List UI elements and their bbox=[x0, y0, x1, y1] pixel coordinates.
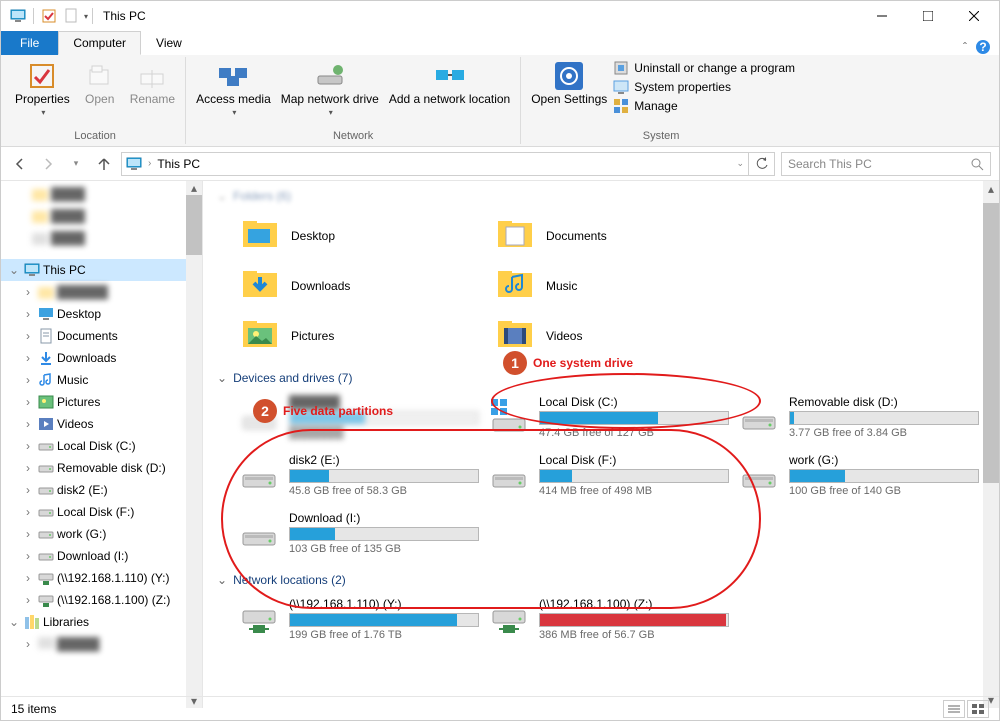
sidebar-item[interactable]: ›Pictures bbox=[1, 391, 202, 413]
folder-item[interactable]: Downloads bbox=[239, 261, 494, 311]
folder-item[interactable]: Pictures bbox=[239, 311, 494, 361]
sidebar-item[interactable]: ›█████ bbox=[1, 633, 202, 655]
sidebar-item[interactable]: ›Music bbox=[1, 369, 202, 391]
sidebar-item[interactable]: ›Videos bbox=[1, 413, 202, 435]
view-details-button[interactable] bbox=[943, 700, 965, 718]
devices-header[interactable]: Devices and drives (7) bbox=[233, 371, 352, 385]
nav-up-button[interactable] bbox=[93, 153, 115, 175]
folders-header[interactable]: Folders (6) bbox=[233, 189, 291, 203]
sidebar-item[interactable]: ›Downloads bbox=[1, 347, 202, 369]
ribbon-network-label: Network bbox=[192, 130, 514, 144]
address-bar: ▾ › This PC ⌄ Search This PC bbox=[1, 147, 999, 181]
ribbon-location-label: Location bbox=[11, 130, 179, 144]
add-network-location-button[interactable]: Add a network location bbox=[385, 57, 514, 130]
ribbon-group-location: Properties▾ Open Rename Location bbox=[5, 57, 186, 144]
qat-properties-icon[interactable] bbox=[38, 5, 60, 27]
drive-item[interactable]: █████████████ bbox=[239, 393, 479, 451]
drive-item-c[interactable]: Local Disk (C:)47.4 GB free of 127 GB bbox=[489, 393, 729, 451]
drive-item[interactable]: Download (I:)103 GB free of 135 GB bbox=[239, 509, 479, 567]
folder-item[interactable]: Documents bbox=[494, 211, 749, 261]
tab-computer[interactable]: Computer bbox=[58, 31, 141, 55]
search-icon bbox=[970, 157, 984, 171]
folder-item[interactable]: Music bbox=[494, 261, 749, 311]
sidebar-item-libraries[interactable]: ⌄Libraries bbox=[1, 611, 202, 633]
sidebar-item[interactable]: ›Local Disk (C:) bbox=[1, 435, 202, 457]
folder-item[interactable]: Desktop bbox=[239, 211, 494, 261]
access-media-button[interactable]: Access media▾ bbox=[192, 57, 275, 130]
map-drive-button[interactable]: Map network drive▾ bbox=[277, 57, 383, 130]
this-pc-icon bbox=[7, 5, 29, 27]
drive-item[interactable]: disk2 (E:)45.8 GB free of 58.3 GB bbox=[239, 451, 479, 509]
chevron-down-icon[interactable]: ⌄ bbox=[217, 371, 227, 385]
minimize-button[interactable] bbox=[859, 1, 905, 31]
nav-back-button[interactable] bbox=[9, 153, 31, 175]
network-drive-item[interactable]: (\\192.168.1.100) (Z:)386 MB free of 56.… bbox=[489, 595, 729, 653]
drive-item[interactable]: Local Disk (F:)414 MB free of 498 MB bbox=[489, 451, 729, 509]
nav-forward-button[interactable] bbox=[37, 153, 59, 175]
close-button[interactable] bbox=[951, 1, 997, 31]
tab-file[interactable]: File bbox=[1, 31, 58, 55]
folder-item[interactable]: Videos bbox=[494, 311, 749, 361]
qat-new-icon[interactable] bbox=[60, 5, 82, 27]
sidebar-item[interactable]: ████ bbox=[1, 183, 202, 205]
uninstall-program-button[interactable]: Uninstall or change a program bbox=[613, 60, 795, 76]
sidebar-item[interactable]: ›(\\192.168.1.110) (Y:) bbox=[1, 567, 202, 589]
sidebar-item[interactable]: ›Removable disk (D:) bbox=[1, 457, 202, 479]
ribbon-tabs: File Computer View ˆ ? bbox=[1, 31, 999, 55]
tab-view[interactable]: View bbox=[141, 31, 197, 55]
sidebar-item[interactable]: ›██████ bbox=[1, 281, 202, 303]
title-bar: ▾ This PC bbox=[1, 1, 999, 31]
nav-recent-button[interactable]: ▾ bbox=[65, 153, 87, 175]
sidebar-item[interactable]: ›Local Disk (F:) bbox=[1, 501, 202, 523]
sidebar: ▴ ▾ ████ ████ ████ ⌄This PC ›██████ ›Des… bbox=[1, 181, 203, 708]
sidebar-item[interactable]: ›Documents bbox=[1, 325, 202, 347]
rename-button[interactable]: Rename bbox=[126, 57, 179, 130]
breadcrumb-location: This PC bbox=[157, 157, 200, 171]
sidebar-item[interactable]: ›(\\192.168.1.100) (Z:) bbox=[1, 589, 202, 611]
chevron-down-icon[interactable]: ⌄ bbox=[217, 573, 227, 587]
ribbon-group-network: Access media▾ Map network drive▾ Add a n… bbox=[186, 57, 521, 144]
system-properties-button[interactable]: System properties bbox=[613, 79, 795, 95]
sidebar-item[interactable]: ›Desktop bbox=[1, 303, 202, 325]
view-icons-button[interactable] bbox=[967, 700, 989, 718]
maximize-button[interactable] bbox=[905, 1, 951, 31]
ribbon-collapse-icon[interactable]: ˆ bbox=[963, 40, 967, 54]
refresh-button[interactable] bbox=[749, 152, 775, 176]
netloc-header[interactable]: Network locations (2) bbox=[233, 573, 346, 587]
svg-text:?: ? bbox=[979, 40, 986, 54]
drive-item[interactable]: work (G:)100 GB free of 140 GB bbox=[739, 451, 979, 509]
sidebar-scrollbar-thumb[interactable] bbox=[186, 195, 202, 255]
sidebar-item-this-pc[interactable]: ⌄This PC bbox=[1, 259, 202, 281]
sidebar-scrollbar-track[interactable] bbox=[186, 181, 202, 708]
drive-item[interactable]: Removable disk (D:)3.77 GB free of 3.84 … bbox=[739, 393, 979, 451]
search-placeholder: Search This PC bbox=[788, 157, 964, 171]
ribbon: Properties▾ Open Rename Location Access … bbox=[1, 55, 999, 147]
breadcrumb[interactable]: › This PC ⌄ bbox=[121, 152, 749, 176]
main-content: ▴ ▾ ⌄Folders (6) DesktopDocumentsDownloa… bbox=[203, 181, 999, 708]
breadcrumb-dropdown-icon[interactable]: ⌄ bbox=[736, 158, 744, 169]
status-bar: 15 items bbox=[1, 696, 999, 720]
status-items: 15 items bbox=[11, 702, 56, 716]
qat-dropdown-icon[interactable]: ▾ bbox=[84, 12, 88, 21]
search-input[interactable]: Search This PC bbox=[781, 152, 991, 176]
sidebar-scroll-up[interactable]: ▴ bbox=[186, 181, 202, 195]
open-settings-button[interactable]: Open Settings bbox=[527, 57, 611, 130]
window-title: This PC bbox=[103, 9, 146, 23]
ribbon-group-system: Open Settings Uninstall or change a prog… bbox=[521, 57, 801, 144]
sidebar-item[interactable]: ›work (G:) bbox=[1, 523, 202, 545]
sidebar-item[interactable]: ›disk2 (E:) bbox=[1, 479, 202, 501]
open-button[interactable]: Open bbox=[76, 57, 124, 130]
network-drive-item[interactable]: (\\192.168.1.110) (Y:)199 GB free of 1.7… bbox=[239, 595, 479, 653]
sidebar-item[interactable]: ████ bbox=[1, 205, 202, 227]
properties-button[interactable]: Properties▾ bbox=[11, 57, 74, 130]
manage-button[interactable]: Manage bbox=[613, 98, 795, 114]
this-pc-icon bbox=[126, 157, 142, 171]
help-icon[interactable]: ? bbox=[975, 39, 991, 55]
sidebar-item[interactable]: ›Download (I:) bbox=[1, 545, 202, 567]
sidebar-item[interactable]: ████ bbox=[1, 227, 202, 249]
ribbon-system-label: System bbox=[527, 130, 795, 144]
